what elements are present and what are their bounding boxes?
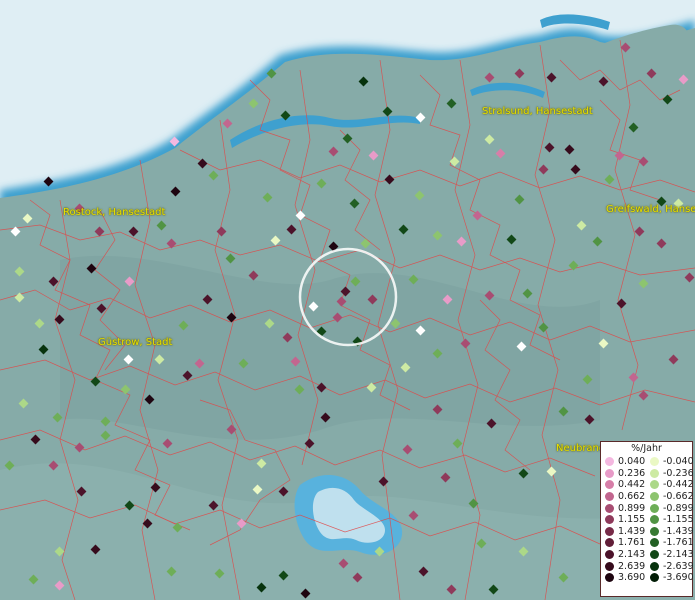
- legend-entry-negative: -1.155: [646, 514, 694, 526]
- legend-row: 1.155 -1.155: [601, 514, 694, 526]
- legend-row: 0.899 -0.899: [601, 502, 694, 514]
- legend-row: 1.439 -1.439: [601, 525, 694, 538]
- legend-label: 2.143: [618, 549, 646, 561]
- legend-entry-positive: 0.040: [601, 456, 646, 467]
- legend-entry-positive: 3.690: [601, 572, 646, 583]
- legend-entry-negative: -2.639: [646, 560, 694, 572]
- legend-swatch: [605, 573, 614, 583]
- legend-entry-negative: -0.236: [646, 467, 694, 479]
- legend-entry-positive: 0.662: [601, 491, 646, 502]
- legend-label: 1.439: [618, 525, 646, 537]
- legend-swatch: [650, 550, 659, 560]
- legend-entry-negative: -1.439: [646, 525, 694, 537]
- legend-entry-negative: -0.040: [646, 456, 694, 468]
- legend-label: -0.662: [663, 491, 694, 503]
- legend-label: -2.639: [663, 560, 694, 572]
- map-canvas[interactable]: [0, 0, 695, 600]
- legend-swatch: [605, 550, 614, 560]
- legend-swatch: [650, 561, 659, 571]
- legend-swatch: [605, 492, 614, 502]
- legend-swatch: [650, 573, 659, 583]
- legend-label: 1.155: [618, 514, 646, 526]
- legend-swatch: [605, 503, 614, 513]
- legend-swatch: [650, 492, 659, 502]
- legend-entry-negative: -0.662: [646, 491, 694, 503]
- legend-entry-positive: 1.155: [601, 514, 646, 525]
- legend-entry-positive: 0.236: [601, 468, 646, 479]
- legend-entry-positive: 2.143: [601, 549, 646, 560]
- legend-label: -0.040: [663, 456, 694, 468]
- legend-row: 0.040 -0.040: [601, 456, 694, 468]
- legend-swatch: [650, 457, 659, 467]
- legend-entry-negative: -1.761: [646, 537, 694, 549]
- legend-label: -0.442: [663, 479, 694, 491]
- legend-label: 0.040: [618, 456, 646, 468]
- legend-label: -3.690: [663, 572, 694, 584]
- legend-label: 0.236: [618, 467, 646, 479]
- legend-swatch: [605, 526, 614, 536]
- legend-label: -2.143: [663, 549, 694, 561]
- legend-swatch: [605, 468, 614, 478]
- legend-entry-positive: 1.439: [601, 526, 646, 537]
- legend-entry-negative: -2.143: [646, 549, 694, 561]
- legend-swatch: [605, 561, 614, 571]
- legend-label: -1.761: [663, 537, 694, 549]
- legend-entry-negative: -3.690: [646, 572, 694, 584]
- legend-entry-positive: 1.761: [601, 537, 646, 548]
- legend-label: -1.439: [663, 525, 694, 537]
- legend-label: 1.761: [618, 537, 646, 549]
- legend-row: 1.761 -1.761: [601, 537, 694, 549]
- legend-entry-positive: 2.639: [601, 561, 646, 572]
- legend-swatch: [650, 503, 659, 513]
- legend-row: 2.143 -2.143: [601, 549, 694, 561]
- city-label-guestrow: Güstrow, Stadt: [98, 337, 173, 348]
- city-label-greifswald: Greifswald, Hansestadt: [606, 204, 695, 215]
- legend-swatch: [605, 515, 614, 525]
- legend-row: 0.442 -0.442: [601, 479, 694, 491]
- legend-row: 3.690 -3.690: [601, 572, 694, 584]
- legend-row: 0.236 -0.236: [601, 467, 694, 480]
- legend-label: 0.899: [618, 502, 646, 514]
- legend-label: -0.236: [663, 467, 694, 479]
- city-label-stralsund: Stralsund, Hansestadt: [482, 106, 593, 117]
- legend-swatch: [650, 515, 659, 525]
- legend-swatch: [650, 468, 659, 478]
- legend-swatch: [650, 480, 659, 490]
- map-legend: %/Jahr 0.040 -0.040 0.236 -0.236 0.442 -0.442…: [600, 441, 694, 597]
- legend-label: -0.899: [663, 502, 694, 514]
- legend-label: 0.662: [618, 491, 646, 503]
- legend-swatch: [650, 538, 659, 548]
- legend-entry-positive: 0.442: [601, 479, 646, 490]
- city-label-rostock: Rostock, Hansestadt: [63, 207, 166, 218]
- legend-label: 2.639: [618, 560, 646, 572]
- legend-title: %/Jahr: [631, 443, 662, 454]
- legend-label: -1.155: [663, 514, 694, 526]
- legend-rows: 0.040 -0.040 0.236 -0.236 0.442 -0.442 0.662 -0…: [601, 456, 694, 584]
- legend-swatch: [605, 480, 614, 490]
- legend-swatch: [650, 526, 659, 536]
- legend-label: 3.690: [618, 572, 646, 584]
- legend-entry-positive: 0.899: [601, 503, 646, 514]
- legend-entry-negative: -0.899: [646, 502, 694, 514]
- legend-label: 0.442: [618, 479, 646, 491]
- legend-entry-negative: -0.442: [646, 479, 694, 491]
- legend-row: 2.639 -2.639: [601, 560, 694, 572]
- legend-swatch: [605, 538, 614, 548]
- legend-row: 0.662 -0.662: [601, 491, 694, 503]
- legend-swatch: [605, 457, 614, 467]
